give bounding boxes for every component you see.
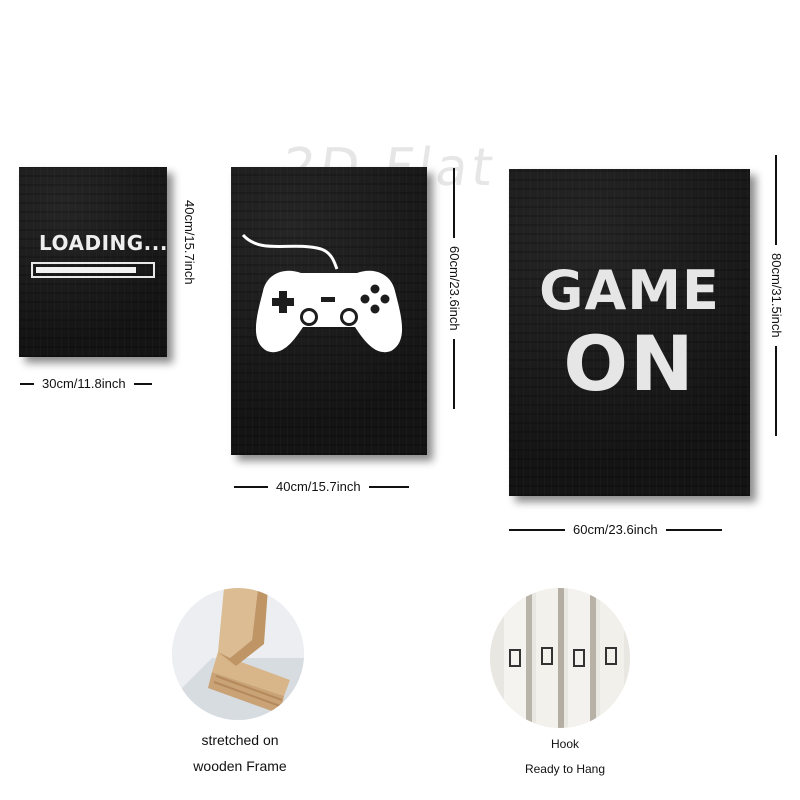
dimension-line xyxy=(509,528,565,531)
medium-height-label: 60cm/23.6inch xyxy=(447,246,462,331)
small-width-label: 30cm/11.8inch xyxy=(42,376,126,391)
controller-canvas-panel xyxy=(231,167,427,455)
large-width-dimension: 60cm/23.6inch xyxy=(509,522,722,537)
hook-caption-line1: Hook xyxy=(550,737,579,751)
dimension-line xyxy=(775,345,778,436)
on-text: ON xyxy=(563,319,696,408)
small-height-label: 40cm/15.7inch xyxy=(182,200,197,285)
small-width-dimension: 30cm/11.8inch xyxy=(20,376,152,391)
dimension-line xyxy=(234,485,268,488)
large-height-label: 80cm/31.5inch xyxy=(769,253,784,338)
hook-photo xyxy=(490,588,630,728)
loading-text: LOADING... xyxy=(39,231,168,255)
large-width-label: 60cm/23.6inch xyxy=(573,522,658,537)
loading-canvas-panel: LOADING... xyxy=(19,167,167,357)
dimension-line xyxy=(453,168,456,238)
dimension-line xyxy=(453,338,456,409)
dimension-line xyxy=(665,528,722,531)
medium-width-dimension: 40cm/15.7inch xyxy=(234,479,409,494)
wooden-frame-photo xyxy=(172,588,304,720)
large-height-dimension: 80cm/31.5inch xyxy=(769,155,784,436)
hook-caption-line2: Ready to Hang xyxy=(524,762,606,776)
hook-icon xyxy=(490,588,630,728)
medium-width-label: 40cm/15.7inch xyxy=(276,479,361,494)
wooden-frame-icon xyxy=(172,588,304,720)
dimension-line xyxy=(133,382,152,385)
small-height-dimension: 40cm/15.7inch xyxy=(182,200,197,285)
game-text: GAME xyxy=(539,259,720,322)
frame-caption-line2: wooden Frame xyxy=(193,758,287,774)
loading-progress-bar xyxy=(31,262,155,278)
loading-progress-fill xyxy=(36,267,136,273)
dimension-line xyxy=(368,485,409,488)
gamepad-icon xyxy=(241,233,403,353)
medium-height-dimension: 60cm/23.6inch xyxy=(447,168,462,409)
dimension-line xyxy=(775,155,778,245)
dimension-line xyxy=(20,382,34,385)
game-on-canvas-panel: GAME ON xyxy=(509,169,750,496)
frame-caption-line1: stretched on xyxy=(201,732,279,748)
